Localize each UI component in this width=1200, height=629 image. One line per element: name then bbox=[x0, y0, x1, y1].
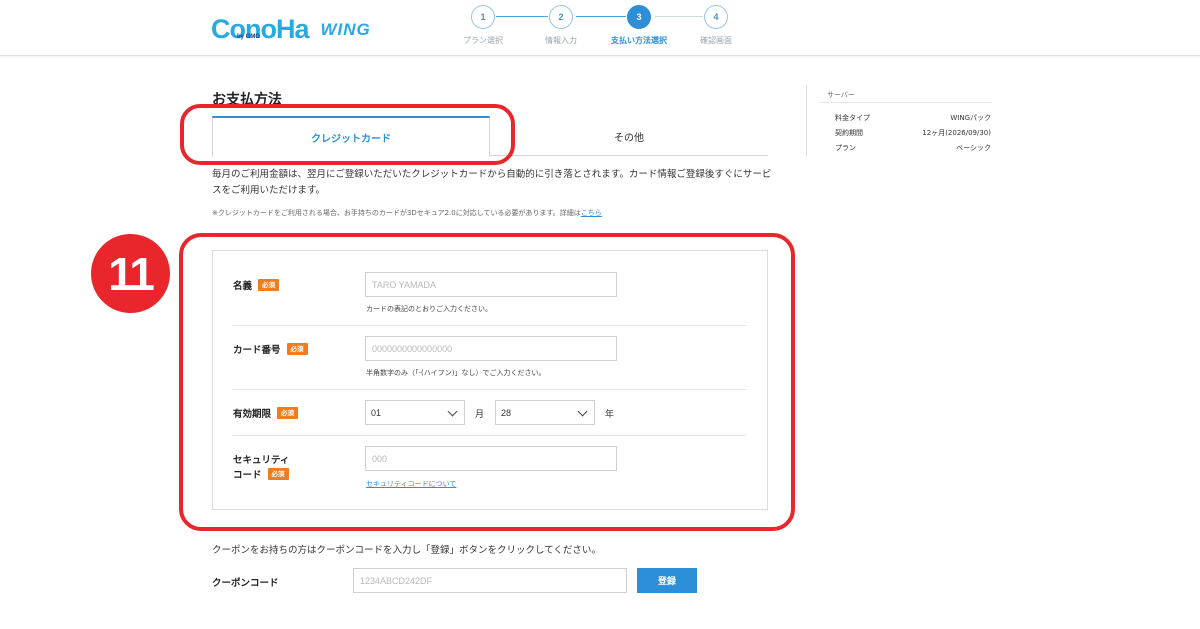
coupon-label: クーポンコード bbox=[212, 578, 279, 589]
step-connector-1 bbox=[496, 16, 548, 17]
payment-description: 毎月のご利用金額は、翌月にご登録いただいたクレジットカードから自動的に引き落とさ… bbox=[212, 169, 772, 196]
tab-other[interactable]: その他 bbox=[490, 116, 768, 156]
step-connector-3 bbox=[655, 16, 703, 17]
step-2-label: 情報入力 bbox=[545, 36, 577, 45]
3d-secure-note: ※クレジットカードをご利用される場合、お手持ちのカードが3Dセキュア2.0に対応… bbox=[212, 208, 602, 218]
3d-secure-note-text: ※クレジットカードをご利用される場合、お手持ちのカードが3Dセキュア2.0に対応… bbox=[212, 209, 581, 217]
summary-divider bbox=[819, 102, 991, 103]
step-4-label: 確認画面 bbox=[700, 36, 732, 45]
annotation-highlight-form bbox=[179, 233, 795, 531]
step-3-label: 支払い方法選択 bbox=[611, 36, 667, 45]
step-1-circle: 1 bbox=[471, 5, 495, 29]
step-connector-2 bbox=[576, 16, 626, 17]
summary-row-price-type: 料金タイプ WINGパック bbox=[835, 113, 991, 123]
coupon-code-input[interactable]: 1234ABCD242DF bbox=[353, 568, 627, 593]
progress-steps: 1 2 3 4 プラン選択 情報入力 支払い方法選択 確認画面 bbox=[0, 0, 1200, 56]
site-header: ConoHa by GMO WING 1 2 3 4 プラン選択 情報入力 支払… bbox=[0, 0, 1200, 56]
summary-value: WINGパック bbox=[950, 114, 991, 122]
coupon-register-button[interactable]: 登録 bbox=[637, 568, 697, 593]
summary-key: プラン bbox=[835, 144, 856, 152]
summary-row-contract-period: 契約期間 12ヶ月(2026/09/30) bbox=[835, 128, 991, 138]
step-4-circle: 4 bbox=[704, 5, 728, 29]
step-3-circle: 3 bbox=[627, 5, 651, 29]
step-1-label: プラン選択 bbox=[463, 36, 503, 45]
details-link[interactable]: こちら bbox=[581, 209, 602, 217]
coupon-instructions: クーポンをお持ちの方はクーポンコードを入力し「登録」ボタンをクリックしてください… bbox=[212, 545, 601, 556]
annotation-step-badge: 11 bbox=[91, 234, 170, 313]
summary-key: 料金タイプ bbox=[835, 114, 870, 122]
summary-key: 契約期間 bbox=[835, 129, 863, 137]
step-2-circle: 2 bbox=[549, 5, 573, 29]
order-summary: サーバー 料金タイプ WINGパック 契約期間 12ヶ月(2026/09/30)… bbox=[806, 86, 991, 156]
annotation-highlight-tab bbox=[180, 104, 515, 165]
summary-title: サーバー bbox=[827, 91, 855, 99]
summary-row-plan: プラン ベーシック bbox=[835, 143, 991, 153]
summary-value: 12ヶ月(2026/09/30) bbox=[922, 129, 991, 137]
summary-value: ベーシック bbox=[956, 144, 991, 152]
